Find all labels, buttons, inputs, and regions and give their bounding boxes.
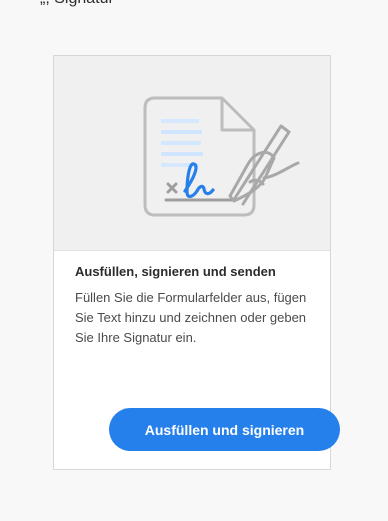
form-line-3 xyxy=(161,141,201,145)
document-signature-icon xyxy=(143,96,300,217)
pen-body xyxy=(233,124,291,206)
card-description: Füllen Sie die Formularfelder aus, fügen… xyxy=(75,290,307,345)
form-line-2 xyxy=(161,130,202,134)
fill-and-sign-button[interactable]: Ausfüllen und signieren xyxy=(109,408,340,451)
card-title: Ausfüllen, signieren und senden xyxy=(75,264,276,279)
form-line-4 xyxy=(161,152,203,156)
form-line-1 xyxy=(161,119,199,123)
document-outline xyxy=(143,96,256,217)
fill-sign-illustration xyxy=(54,56,330,251)
top-cut-off-text: „, Signatur xyxy=(40,0,360,9)
blue-signature xyxy=(183,162,215,198)
fill-sign-card: Ausfüllen, signieren und senden Füllen S… xyxy=(53,55,340,470)
signature-x-mark xyxy=(166,182,178,194)
